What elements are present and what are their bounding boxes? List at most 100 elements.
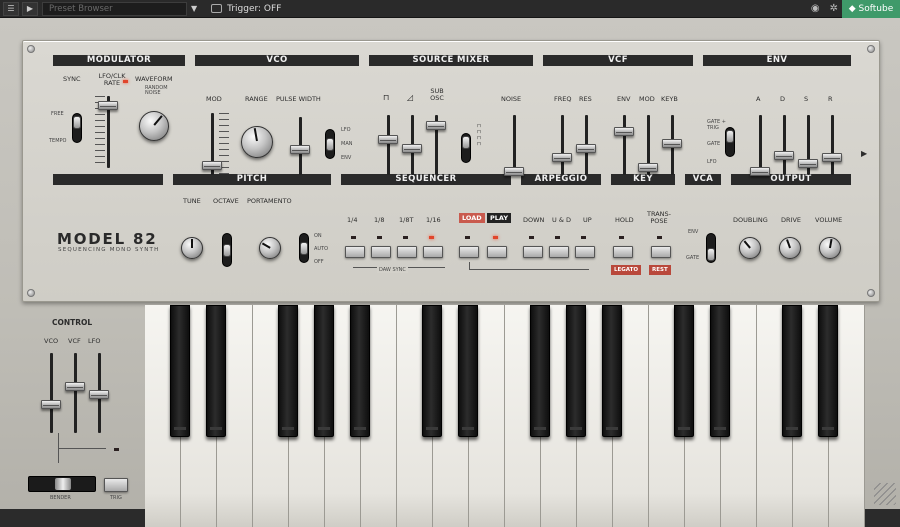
vco-mod-label: MOD [206, 95, 222, 103]
seq-sixteenth-button[interactable] [423, 246, 443, 258]
attack-slider[interactable] [750, 167, 770, 176]
switch-handle [726, 130, 734, 143]
vca-mode-switch[interactable] [706, 233, 716, 263]
seq-eighth-button[interactable] [371, 246, 391, 258]
noise-level-slider[interactable] [504, 167, 524, 176]
resize-handle-icon[interactable] [874, 483, 896, 505]
arp-up-label: UP [583, 216, 592, 224]
decay-track [783, 115, 786, 175]
hold-button[interactable] [613, 246, 633, 258]
tune-knob[interactable] [181, 237, 203, 259]
control-vco-slider[interactable] [41, 400, 61, 409]
arp-down-led [529, 236, 534, 239]
sustain-slider[interactable] [798, 159, 818, 168]
black-key[interactable] [350, 305, 370, 437]
portamento-knob[interactable] [259, 237, 281, 259]
sub-osc-level-slider[interactable] [426, 121, 446, 130]
vco-mod-slider[interactable] [202, 161, 222, 170]
black-key[interactable] [458, 305, 478, 437]
bender-handle[interactable] [55, 478, 71, 490]
range-knob[interactable] [241, 126, 273, 158]
arp-down-button[interactable] [523, 246, 543, 258]
pulse-width-slider[interactable] [290, 145, 310, 154]
seq-eighth-label: 1/8 [374, 216, 385, 224]
keyb-slider[interactable] [662, 139, 682, 148]
trig-label: TRIG [110, 495, 122, 501]
freq-slider[interactable] [552, 153, 572, 162]
trig-button[interactable] [104, 478, 128, 492]
gear-icon[interactable]: ✲ [830, 3, 838, 14]
connector-line [58, 448, 106, 449]
env-s-label: S [804, 95, 809, 103]
vca-gate-label: GATE [686, 255, 700, 261]
lfo-rate-slider[interactable] [98, 101, 118, 110]
pw-source-switch[interactable] [325, 129, 335, 159]
pulse-level-slider[interactable] [378, 135, 398, 144]
black-key[interactable] [674, 305, 694, 437]
black-key[interactable] [818, 305, 838, 437]
play-icon[interactable]: ▶ [22, 1, 38, 16]
preset-browser-field[interactable]: Preset Browser [42, 1, 187, 16]
pw-lfo-label: LFO [341, 127, 351, 133]
octave-label: OCTAVE [213, 197, 239, 205]
black-key[interactable] [566, 305, 586, 437]
expand-arrow-icon[interactable]: ▶ [861, 149, 867, 158]
preset-dropdown-icon[interactable]: ▼ [191, 4, 197, 13]
trigger-status[interactable]: Trigger: OFF [227, 4, 281, 14]
control-vcf-slider[interactable] [65, 382, 85, 391]
host-toolbar: ☰ ▶ Preset Browser ▼ Trigger: OFF ◉ ✲ ◆ … [0, 0, 900, 18]
res-slider[interactable] [576, 144, 596, 153]
black-key[interactable] [206, 305, 226, 437]
menu-icon[interactable]: ☰ [3, 1, 19, 16]
seq-quarter-button[interactable] [345, 246, 365, 258]
seq-eighth-triplet-button[interactable] [397, 246, 417, 258]
black-key[interactable] [710, 305, 730, 437]
env-a-label: A [756, 95, 761, 103]
doubling-knob[interactable] [739, 237, 761, 259]
softube-brand-button[interactable]: ◆ Softube [842, 0, 900, 18]
pitch-bender[interactable] [28, 476, 96, 492]
black-key[interactable] [314, 305, 334, 437]
control-vcf-label: VCF [68, 337, 81, 345]
range-label: RANGE [245, 95, 268, 103]
waveform-knob[interactable] [139, 111, 169, 141]
connector-line [469, 269, 589, 270]
section-key: KEY [611, 174, 675, 185]
keyboard [145, 305, 865, 527]
portamento-mode-switch[interactable] [299, 233, 309, 263]
arp-updown-button[interactable] [549, 246, 569, 258]
sync-switch[interactable] [72, 113, 82, 143]
control-lfo-slider[interactable] [89, 390, 109, 399]
seq-play-button[interactable] [487, 246, 507, 258]
trigger-icon[interactable] [211, 4, 223, 13]
black-key[interactable] [530, 305, 550, 437]
pulse-width-label: PULSE WIDTH [276, 95, 321, 103]
volume-knob[interactable] [819, 237, 841, 259]
seq-load-button[interactable] [459, 246, 479, 258]
black-key[interactable] [602, 305, 622, 437]
saw-level-slider[interactable] [402, 144, 422, 153]
env-trigger-switch[interactable] [725, 127, 735, 157]
arp-up-button[interactable] [575, 246, 595, 258]
transpose-button[interactable] [651, 246, 671, 258]
black-key[interactable] [782, 305, 802, 437]
vcf-env-slider[interactable] [614, 127, 634, 136]
black-key[interactable] [422, 305, 442, 437]
vcf-mod-slider[interactable] [638, 163, 658, 172]
pulse-wave-icon: ⊓ [383, 93, 390, 102]
black-key[interactable] [170, 305, 190, 437]
daw-sync-label: DAW SYNC [377, 267, 408, 273]
trig-led [114, 448, 119, 451]
arp-down-label: DOWN [523, 216, 545, 224]
knob-pointer [153, 115, 163, 127]
arp-up-led [581, 236, 586, 239]
volume-label: VOLUME [815, 216, 843, 224]
help-icon[interactable]: ◉ [811, 3, 820, 14]
porta-auto-label: AUTO [314, 246, 329, 252]
octave-switch[interactable] [222, 233, 232, 267]
drive-knob[interactable] [779, 237, 801, 259]
black-key[interactable] [278, 305, 298, 437]
sub-osc-mode-switch[interactable] [461, 133, 471, 163]
release-slider[interactable] [822, 153, 842, 162]
decay-slider[interactable] [774, 151, 794, 160]
